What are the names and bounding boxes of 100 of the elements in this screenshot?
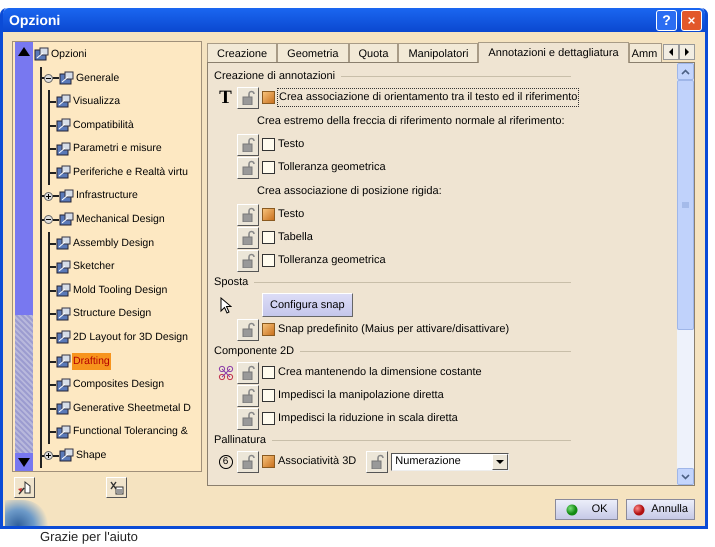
lock-button[interactable]: [237, 86, 259, 108]
option-label: Tolleranza geometrica: [278, 160, 386, 176]
tree-item[interactable]: Assembly Design: [72, 234, 156, 252]
lock-icon: [241, 230, 255, 245]
tree-item[interactable]: Composites Design: [72, 376, 166, 394]
checkbox[interactable]: [262, 366, 275, 379]
tree-item[interactable]: Generale: [75, 70, 120, 88]
checkbox[interactable]: [262, 231, 275, 244]
section-title: Pallinatura: [214, 432, 266, 448]
collapse-icon[interactable]: [44, 215, 53, 224]
module-icon: [56, 165, 71, 180]
option-label: Crea associazione di orientamento tra il testo ed il riferimento: [278, 89, 578, 106]
dropdown[interactable]: Numerazione: [391, 452, 510, 470]
tree-item[interactable]: Functional Tolerancing &: [72, 423, 189, 442]
configure-snap-button[interactable]: Configura snap: [262, 292, 353, 318]
lock-button[interactable]: [237, 362, 259, 384]
module-icon: [59, 448, 74, 464]
lock-button[interactable]: [237, 450, 259, 472]
tab[interactable]: Creazione: [207, 43, 278, 62]
module-icon: [56, 94, 71, 110]
section-title: Sposta: [214, 274, 248, 290]
scroll-up-icon: [681, 68, 690, 74]
tab[interactable]: Quota: [348, 43, 398, 62]
module-icon: [34, 47, 49, 62]
checkbox[interactable]: [262, 91, 275, 104]
globe-artwork: [5, 500, 49, 526]
lock-button[interactable]: [366, 450, 388, 472]
dropdown-arrow-icon: [496, 460, 504, 464]
checkbox[interactable]: [262, 138, 275, 151]
pointer-icon: [220, 296, 232, 314]
tree-item[interactable]: Sketcher: [72, 258, 116, 276]
lock-icon: [241, 90, 255, 105]
tree-tool-button[interactable]: [14, 476, 35, 498]
lock-button[interactable]: [237, 226, 259, 248]
checkbox[interactable]: [262, 455, 275, 468]
option-label: Snap predefinito (Maius per attivare/disattivare): [278, 322, 510, 338]
checkbox[interactable]: [262, 208, 275, 221]
tree-item[interactable]: Mold Tooling Design: [72, 282, 168, 300]
tree-item[interactable]: Compatibilità: [72, 116, 135, 134]
tree-item[interactable]: Generative Sheetmetal D: [72, 400, 192, 418]
collapse-icon[interactable]: [44, 74, 53, 83]
tree-item[interactable]: Shape: [75, 447, 108, 465]
tree-scrollbar[interactable]: [15, 42, 33, 471]
lock-button[interactable]: [237, 384, 259, 406]
cancel-button[interactable]: Annulla: [626, 499, 695, 520]
lock-button[interactable]: [237, 134, 259, 156]
tree-item[interactable]: Parametri e misure: [72, 140, 163, 158]
text-glyph: T: [219, 88, 232, 107]
lock-icon: [241, 253, 255, 268]
option-label: Testo: [278, 207, 304, 222]
close-button[interactable]: [681, 10, 702, 30]
checkbox[interactable]: [262, 412, 275, 425]
grip-icon: [682, 202, 689, 208]
module-icon: [56, 260, 71, 275]
tree-item[interactable]: 2D Layout for 3D Design: [72, 329, 189, 347]
lock-icon: [241, 207, 255, 222]
tab[interactable]: Manipolatori: [398, 43, 478, 62]
tab-scroll-left-button[interactable]: [663, 44, 679, 60]
tree-item[interactable]: Visualizza: [72, 93, 122, 111]
tree-item[interactable]: Mechanical Design: [75, 211, 166, 229]
lock-button[interactable]: [237, 318, 259, 340]
checkbox[interactable]: [262, 161, 275, 174]
expand-icon[interactable]: [44, 192, 53, 201]
expand-icon[interactable]: [44, 451, 53, 460]
tree-item[interactable]: Structure Design: [72, 305, 152, 324]
lock-icon: [241, 137, 255, 152]
tab-scroll-right-button[interactable]: [679, 44, 695, 60]
window-title: Opzioni: [9, 10, 60, 30]
lock-button[interactable]: [237, 408, 259, 430]
lock-icon: [370, 454, 384, 469]
lock-icon: [241, 322, 255, 337]
option-label: Impedisci la riduzione in scala diretta: [278, 411, 458, 426]
tab[interactable]: Geometria: [277, 43, 348, 62]
tree-tool-button[interactable]: [106, 476, 127, 498]
option-label: Impedisci la manipolazione diretta: [278, 388, 444, 404]
module-icon: [56, 330, 71, 346]
tab[interactable]: Annotazioni e dettagliatura: [478, 42, 629, 63]
checkbox[interactable]: [262, 254, 275, 267]
content-scrollbar[interactable]: [677, 63, 694, 485]
lock-button[interactable]: [237, 156, 259, 178]
lock-button[interactable]: [237, 250, 259, 272]
module-icon: [56, 306, 71, 322]
scroll-down-icon: [681, 474, 690, 480]
lock-icon: [241, 365, 255, 380]
module-icon: [56, 142, 71, 157]
module-icon: [56, 424, 71, 440]
tree-item[interactable]: Opzioni: [50, 46, 88, 64]
module-icon: [59, 188, 74, 204]
nodes-icon: [218, 364, 234, 380]
status-dot-icon: [633, 504, 646, 516]
lock-button[interactable]: [237, 204, 259, 226]
option-label: Testo: [278, 137, 304, 152]
ok-button[interactable]: OK: [555, 499, 618, 520]
help-button[interactable]: ?: [656, 10, 677, 30]
tree-item[interactable]: Periferiche e Realtà virtu: [72, 164, 189, 182]
checkbox[interactable]: [262, 323, 275, 336]
checkbox[interactable]: [262, 389, 275, 402]
tab[interactable]: Amm: [628, 43, 662, 62]
tree-item[interactable]: Infrastructure: [75, 187, 139, 206]
right-arrow-icon: [684, 48, 690, 56]
